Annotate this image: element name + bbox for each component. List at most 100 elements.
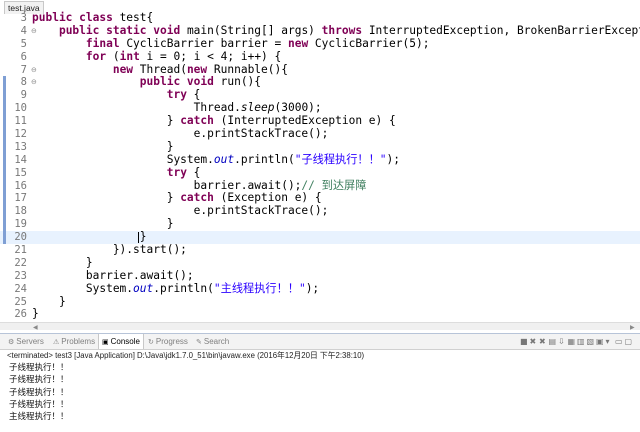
line-number: 16 (14, 179, 27, 192)
remove-all-icon[interactable]: ✖ (539, 336, 546, 347)
code-token: run(){ (220, 75, 262, 89)
text-caret (138, 232, 139, 244)
code-editor[interactable]: test.java 3 public class test{4 ⊖ public s… (0, 0, 640, 330)
code-token: { (193, 165, 201, 179)
code-token: out (133, 281, 154, 295)
word-wrap-icon[interactable]: ▦ (568, 336, 576, 347)
code-token: e.printStackTrace(); (32, 127, 329, 141)
code-token: public class (32, 11, 120, 24)
line-number: 10 (14, 102, 27, 115)
code-token: (3000); (274, 101, 322, 115)
search-icon: ✎ (196, 339, 202, 346)
code-token: try (166, 88, 194, 102)
occurrence-marker (3, 231, 6, 245)
code-line[interactable]: 25 } (0, 295, 640, 309)
code-line[interactable]: 24 System.out.println("主线程执行！！"); (0, 281, 640, 296)
code-token: (InterruptedException e) { (220, 114, 396, 128)
code-token: new (186, 62, 214, 76)
code-line[interactable]: 21 }).start(); (0, 243, 640, 257)
code-token: new (112, 62, 140, 76)
remove-launch-icon[interactable]: ✖ (530, 336, 537, 347)
code-token: } (32, 114, 181, 128)
code-token: main(String[] args) (186, 23, 322, 37)
line-number: 12 (14, 128, 27, 141)
code-token: CyclicBarrier(5); (314, 36, 430, 50)
show-on-output-icon[interactable]: ▧ (587, 336, 595, 347)
line-number: 24 (14, 282, 27, 295)
code-token: "主线程执行！！" (213, 281, 306, 295)
code-token: catch (180, 191, 221, 205)
tab-label: Servers (16, 337, 44, 346)
code-text: } (32, 308, 39, 321)
line-number: 5 (20, 37, 27, 50)
open-console-icon[interactable]: ▾ (606, 336, 610, 347)
code-token: i = 0; i < 4; i++) { (146, 49, 282, 63)
line-number: 14 (14, 153, 27, 166)
display-console-icon[interactable]: ▣ (596, 336, 604, 347)
code-token: System. (32, 281, 134, 295)
pin-console-icon[interactable]: ▥ (577, 336, 585, 347)
console-output-line: 子线程执行！！ (9, 363, 69, 373)
line-number: 21 (14, 244, 27, 257)
line-number: 13 (14, 140, 27, 153)
occurrence-marker (3, 153, 6, 167)
tab-servers[interactable]: ⚙ Servers (8, 334, 44, 349)
tab-progress[interactable]: ↻ Progress (148, 334, 188, 349)
code-token: try (166, 165, 194, 179)
line-number: 19 (14, 218, 27, 231)
tab-label: Progress (155, 337, 188, 346)
code-line[interactable]: 26} (0, 308, 640, 321)
line-number: 7 (20, 63, 27, 76)
occurrence-marker (3, 76, 6, 90)
code-area[interactable]: 3 public class test{4 ⊖ public static void… (0, 11, 640, 321)
terminated-status: <terminated> test3 [Java Application] D:… (7, 351, 365, 360)
scroll-left-icon[interactable]: ◀ (33, 323, 38, 330)
code-token: (Exception e) { (220, 191, 322, 205)
code-token: ); (305, 281, 320, 295)
scroll-lock-icon[interactable]: ⇩ (558, 336, 565, 347)
problems-icon: ⚠ (53, 339, 60, 346)
horizontal-scrollbar[interactable]: ◀ ▶ (0, 322, 640, 330)
console-output-line: 子线程执行！！ (9, 387, 69, 398)
code-token: "子线程执行！！" (294, 152, 387, 166)
code-text: System.out.println("主线程执行！！"); (32, 281, 320, 296)
code-token: final (85, 36, 127, 50)
line-number: 9 (20, 89, 27, 102)
line-number: 20 (14, 231, 27, 244)
tab-search[interactable]: ✎ Search (196, 334, 229, 349)
occurrence-marker (3, 179, 6, 193)
tab-console[interactable]: ▣ Console (98, 334, 144, 349)
console-panel: ⚙ Servers ⚠ Problems ▣ Console ↻ Progress ✎ Searc… (0, 333, 640, 432)
occurrence-marker (3, 140, 6, 154)
code-token: barrier.await(); (32, 268, 194, 282)
code-token: { (193, 88, 201, 102)
maximize-icon[interactable]: ▢ (625, 336, 633, 347)
code-token: InterruptedException, BrokenBarrierExcep… (368, 23, 640, 37)
line-number: 8 (20, 76, 27, 89)
line-number: 25 (14, 295, 27, 308)
minimize-icon[interactable]: ▭ (615, 336, 623, 347)
code-token: CyclicBarrier barrier = (126, 36, 288, 50)
occurrence-marker (3, 128, 6, 141)
line-number: 3 (20, 12, 27, 24)
line-number: 22 (14, 256, 27, 269)
code-token: out (213, 152, 235, 166)
tab-label: Problems (61, 337, 96, 346)
scroll-right-icon[interactable]: ▶ (630, 323, 635, 330)
clear-console-icon[interactable]: ▤ (549, 336, 557, 347)
code-token: } (32, 255, 93, 269)
line-number: 15 (14, 166, 27, 179)
code-token: Runnable(){ (213, 62, 288, 76)
code-token: test{ (119, 11, 154, 24)
tab-label: Search (203, 337, 230, 346)
code-token: catch (180, 114, 221, 128)
occurrence-marker (3, 166, 6, 180)
code-token: int (119, 49, 147, 63)
terminate-icon[interactable]: ■ (520, 336, 528, 347)
code-token: barrier.await(); (32, 178, 302, 192)
tab-problems[interactable]: ⚠ Problems (53, 334, 95, 349)
